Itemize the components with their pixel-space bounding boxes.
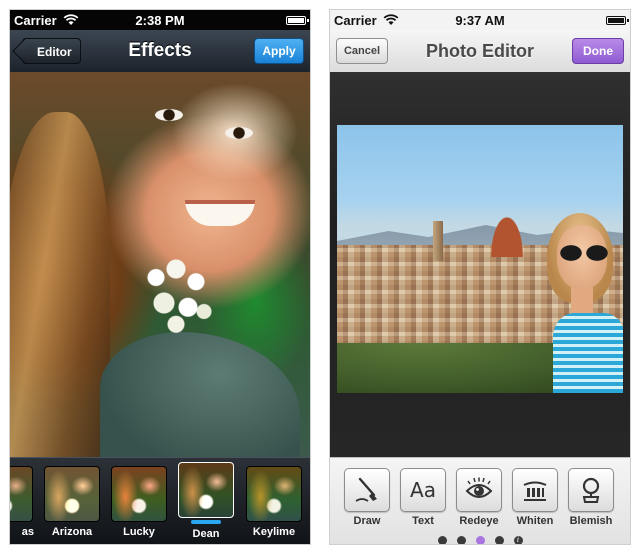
photo-flower [140, 252, 220, 337]
editor-back-label: Editor [37, 45, 72, 59]
effect-item-arizona[interactable]: Arizona [43, 466, 101, 540]
page-indicator[interactable]: i [330, 535, 630, 544]
status-bar: Carrier 2:38 PM [10, 10, 310, 30]
photo-person [547, 213, 623, 393]
photo-eye-left [155, 109, 183, 121]
effect-item-keylime[interactable]: Keylime [245, 466, 303, 540]
effect-label: as [21, 526, 34, 538]
tool-button[interactable] [568, 468, 614, 512]
tool-blemish[interactable]: Blemish [566, 468, 616, 528]
cancel-button[interactable]: Cancel [336, 38, 388, 64]
status-left: Carrier [334, 13, 399, 28]
tools-bar: Draw Aa Text Redeye Whiten Blemish i [330, 457, 630, 544]
striped-top [553, 313, 623, 393]
whiten-icon [523, 481, 547, 501]
effect-preview-photo [10, 72, 310, 457]
tool-text[interactable]: Aa Text [398, 468, 448, 528]
editor-canvas [330, 72, 630, 457]
info-icon[interactable]: i [513, 535, 523, 544]
tool-label: Draw [353, 515, 381, 527]
tool-whiten[interactable]: Whiten [510, 468, 560, 528]
carrier-label: Carrier [14, 12, 57, 28]
page-dot-active[interactable] [475, 535, 485, 544]
effect-thumbnail [111, 466, 167, 522]
page-dot[interactable] [494, 535, 504, 544]
tool-button[interactable] [456, 468, 502, 512]
blemish-icon [582, 477, 600, 503]
nav-bar: Effects Editor Apply [10, 30, 310, 73]
photo-smile [185, 200, 255, 226]
effect-label: Keylime [252, 526, 296, 538]
photo-eye-right [225, 127, 253, 139]
status-left: Carrier [14, 13, 79, 28]
carrier-label: Carrier [334, 12, 377, 28]
tool-draw[interactable]: Draw [342, 468, 392, 528]
tool-redeye[interactable]: Redeye [454, 468, 504, 528]
nav-bar: Photo Editor Cancel Done [330, 30, 630, 73]
effect-thumbnail [10, 466, 33, 522]
tool-label: Text [412, 515, 434, 527]
selected-indicator [191, 520, 221, 524]
photo-shirt [100, 332, 300, 457]
tool-button[interactable]: Aa [400, 468, 446, 512]
photo-tower [433, 221, 443, 261]
effect-thumbnail [44, 466, 100, 522]
wifi-icon [63, 14, 79, 25]
tool-button[interactable] [512, 468, 558, 512]
tool-label: Blemish [569, 515, 613, 527]
page-dot[interactable] [456, 535, 466, 544]
done-button[interactable]: Done [572, 38, 624, 64]
redeye-icon [465, 477, 493, 498]
sunglasses [557, 245, 611, 261]
apply-button[interactable]: Apply [254, 38, 304, 64]
status-bar: Carrier 9:37 AM [330, 10, 630, 30]
effect-label: Dean [192, 528, 220, 540]
tool-label: Whiten [516, 515, 554, 527]
effect-item-dean[interactable]: Dean [177, 462, 235, 540]
text-icon: Aa [410, 478, 436, 502]
effects-strip[interactable]: as Arizona Lucky Dean Keylime [10, 457, 310, 544]
effect-thumbnail [246, 466, 302, 522]
tool-label: Redeye [459, 515, 499, 527]
photo-dome [487, 207, 527, 257]
effects-screen: Carrier 2:38 PM Effects Editor Apply as [10, 10, 310, 544]
editor-back-button[interactable]: Editor [22, 38, 81, 64]
page-dot[interactable] [437, 535, 447, 544]
photo-editor-screen: Carrier 9:37 AM Photo Editor Cancel Done [330, 10, 630, 544]
effect-item[interactable]: as [10, 466, 34, 540]
effect-item-lucky[interactable]: Lucky [110, 466, 168, 540]
photo-hair [10, 112, 110, 457]
draw-icon [355, 477, 377, 502]
editing-photo[interactable] [337, 125, 623, 393]
wifi-icon [383, 14, 399, 25]
battery-icon [286, 15, 309, 25]
battery-icon [606, 15, 629, 25]
effect-thumbnail [178, 462, 234, 518]
tool-button[interactable] [344, 468, 390, 512]
